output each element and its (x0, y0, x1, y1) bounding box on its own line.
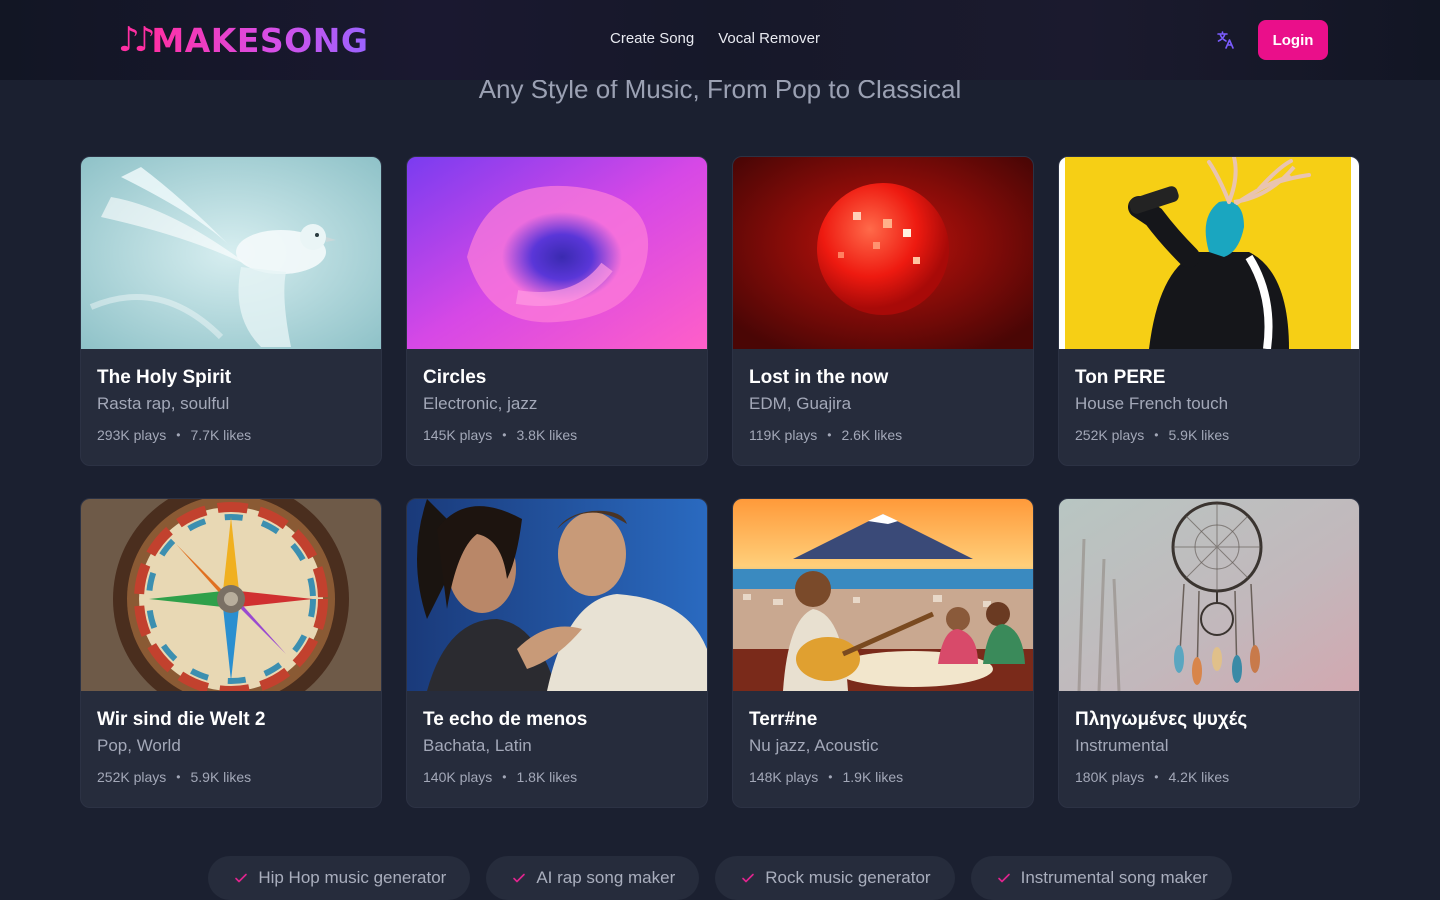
like-count: 4.2K likes (1168, 769, 1230, 785)
song-card[interactable]: Te echo de menos Bachata, Latin 140K pla… (406, 498, 708, 808)
song-stats: 119K plays • 2.6K likes (749, 427, 1017, 443)
song-title: Circles (423, 367, 487, 388)
chip-label: Hip Hop music generator (258, 868, 447, 887)
feature-chips: Hip Hop music generator AI rap song make… (0, 856, 1440, 900)
song-grid: The Holy Spirit Rasta rap, soulful 293K … (80, 156, 1360, 808)
song-title: Lost in the now (749, 367, 889, 388)
song-card[interactable]: Lost in the now EDM, Guajira 119K plays … (732, 156, 1034, 466)
play-count: 180K plays (1075, 769, 1145, 785)
chip-rock-generator[interactable]: Rock music generator (715, 856, 955, 900)
song-title: Terr#ne (749, 709, 818, 730)
song-title: Ton PERE (1075, 367, 1166, 388)
song-card[interactable]: Circles Electronic, jazz 145K plays • 3.… (406, 156, 708, 466)
main-nav: Create Song Vocal Remover (610, 30, 820, 47)
check-icon (997, 873, 1010, 883)
like-count: 1.8K likes (516, 769, 578, 785)
chip-label: AI rap song maker (536, 868, 676, 887)
separator-dot: • (502, 428, 507, 442)
play-count: 145K plays (423, 427, 493, 443)
song-title: Wir sind die Welt 2 (97, 709, 266, 730)
song-card[interactable]: Terr#ne Nu jazz, Acoustic 148K plays • 1… (732, 498, 1034, 808)
check-icon (742, 873, 755, 883)
play-count: 252K plays (97, 769, 167, 785)
song-stats: 252K plays • 5.9K likes (97, 769, 365, 785)
song-genre: Bachata, Latin (423, 736, 532, 755)
song-cover-image (81, 499, 381, 691)
check-icon (235, 873, 248, 883)
song-stats: 180K plays • 4.2K likes (1075, 769, 1343, 785)
play-count: 293K plays (97, 427, 167, 443)
song-genre: House French touch (1075, 394, 1229, 413)
separator-dot: • (502, 770, 507, 784)
song-cover-image (733, 499, 1033, 691)
logo-text: MAKESONG (151, 20, 369, 60)
song-genre: Pop, World (97, 736, 181, 755)
song-card[interactable]: The Holy Spirit Rasta rap, soulful 293K … (80, 156, 382, 466)
play-count: 148K plays (749, 769, 819, 785)
like-count: 3.8K likes (516, 427, 578, 443)
top-navbar: ♪♪ MAKESONG Create Song Vocal Remover Lo… (0, 0, 1440, 80)
like-count: 5.9K likes (190, 769, 252, 785)
song-genre: Instrumental (1075, 736, 1169, 755)
login-button[interactable]: Login (1258, 20, 1328, 60)
song-card[interactable]: Ton PERE House French touch 252K plays •… (1058, 156, 1360, 466)
song-cover-image (1059, 157, 1359, 349)
separator-dot: • (176, 770, 181, 784)
song-genre: Rasta rap, soulful (97, 394, 230, 413)
separator-dot: • (1154, 770, 1159, 784)
translate-icon[interactable] (1216, 30, 1236, 50)
song-cover-image (1059, 499, 1359, 691)
check-icon (513, 873, 526, 883)
song-cover-image (733, 157, 1033, 349)
like-count: 5.9K likes (1168, 427, 1230, 443)
song-cover-image (407, 499, 707, 691)
chip-hip-hop-generator[interactable]: Hip Hop music generator (208, 856, 471, 900)
song-stats: 252K plays • 5.9K likes (1075, 427, 1343, 443)
song-stats: 140K plays • 1.8K likes (423, 769, 691, 785)
song-title: The Holy Spirit (97, 367, 232, 388)
separator-dot: • (1154, 428, 1159, 442)
song-cover-image (407, 157, 707, 349)
nav-create-song[interactable]: Create Song (610, 30, 694, 47)
song-title: Πληγωμένες ψυχές (1075, 709, 1248, 730)
song-title: Te echo de menos (423, 709, 588, 730)
song-card[interactable]: Wir sind die Welt 2 Pop, World 252K play… (80, 498, 382, 808)
chip-label: Instrumental song maker (1020, 868, 1208, 887)
separator-dot: • (828, 770, 833, 784)
like-count: 7.7K likes (190, 427, 252, 443)
song-stats: 145K plays • 3.8K likes (423, 427, 691, 443)
separator-dot: • (827, 428, 832, 442)
song-genre: Nu jazz, Acoustic (749, 736, 879, 755)
chip-ai-rap-maker[interactable]: AI rap song maker (486, 856, 700, 900)
music-notes-icon: ♪♪ (118, 20, 155, 60)
chip-instrumental-maker[interactable]: Instrumental song maker (970, 856, 1232, 900)
separator-dot: • (176, 428, 181, 442)
like-count: 2.6K likes (841, 427, 903, 443)
chip-label: Rock music generator (765, 868, 931, 887)
makesong-logo[interactable]: ♪♪ MAKESONG (118, 18, 368, 62)
song-stats: 293K plays • 7.7K likes (97, 427, 365, 443)
play-count: 119K plays (749, 427, 818, 443)
song-cover-image (81, 157, 381, 349)
play-count: 140K plays (423, 769, 493, 785)
like-count: 1.9K likes (842, 769, 904, 785)
song-stats: 148K plays • 1.9K likes (749, 769, 1017, 785)
song-genre: EDM, Guajira (749, 394, 852, 413)
song-genre: Electronic, jazz (423, 394, 538, 413)
song-card[interactable]: Πληγωμένες ψυχές Instrumental 180K plays… (1058, 498, 1360, 808)
play-count: 252K plays (1075, 427, 1145, 443)
nav-vocal-remover[interactable]: Vocal Remover (718, 30, 820, 47)
